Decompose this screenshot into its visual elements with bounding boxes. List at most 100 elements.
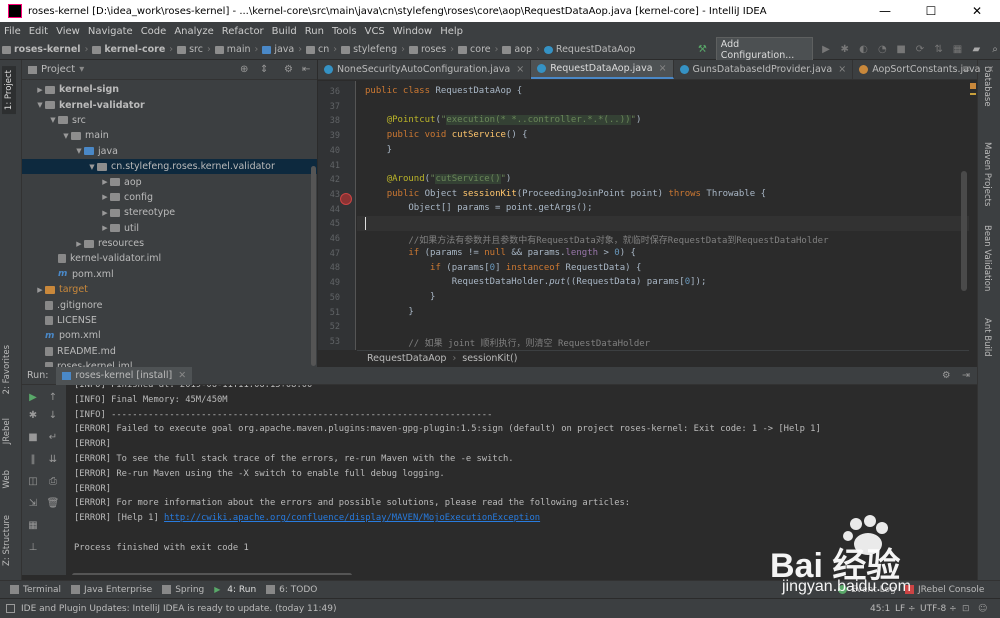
project-title[interactable]: Project (41, 64, 75, 75)
tab-favorites[interactable]: 2: Favorites (2, 345, 12, 394)
tabs-overflow-icon[interactable]: ≡ (962, 64, 970, 75)
breakpoint-icon[interactable] (340, 193, 352, 205)
tree-item[interactable]: ▶ aop (22, 174, 317, 189)
run-icon[interactable]: ▶ (820, 44, 833, 56)
dropdown-icon[interactable]: ▾ (79, 64, 84, 75)
add-configuration-button[interactable]: Add Configuration... (715, 36, 813, 63)
menu-build[interactable]: Build (268, 26, 301, 37)
scroll-end-icon[interactable]: ⇊ (46, 453, 60, 467)
layout-icon[interactable]: ▦ (26, 519, 40, 533)
close-tab-icon[interactable]: × (516, 64, 524, 75)
tree-item[interactable]: LICENSE (22, 313, 317, 328)
chevron-right-icon[interactable]: ▶ (35, 286, 45, 294)
code-editor[interactable]: public class RequestDataAop { @Pointcut(… (357, 81, 969, 350)
chevron-down-icon[interactable]: ▼ (48, 116, 58, 124)
folder-open-icon[interactable]: ▰ (970, 44, 983, 56)
bottom-tab[interactable]: ▶ 4: Run (214, 585, 256, 595)
menu-edit[interactable]: Edit (25, 26, 52, 37)
tab-structure[interactable]: Z: Structure (2, 515, 12, 566)
tree-item[interactable]: ▶ kernel-sign (22, 82, 317, 97)
tab-jrebel[interactable]: JRebel (2, 418, 12, 444)
minimize-button[interactable]: — (862, 0, 908, 22)
menu-navigate[interactable]: Navigate (84, 26, 137, 37)
tree-item[interactable]: ▶ util (22, 221, 317, 236)
build-hammer-icon[interactable]: ⚒ (696, 44, 709, 56)
print-icon[interactable]: ⎙ (46, 475, 60, 489)
chevron-down-icon[interactable]: ▼ (74, 147, 84, 155)
menu-analyze[interactable]: Analyze (170, 26, 217, 37)
tab-bean-validation[interactable]: Bean Validation (982, 225, 992, 291)
locate-icon[interactable]: ⊕ (240, 64, 248, 75)
breadcrumb-class[interactable]: RequestDataAop (367, 353, 446, 364)
chevron-down-icon[interactable]: ▼ (87, 163, 97, 171)
menu-help[interactable]: Help (436, 26, 467, 37)
event-log-tab[interactable]: Event Log (838, 585, 896, 595)
jrebel-console-tab[interactable]: JRebel Console (905, 585, 984, 595)
menu-run[interactable]: Run (301, 26, 328, 37)
tree-item[interactable]: ▶ resources (22, 236, 317, 251)
export-icon[interactable]: ⇲ (26, 497, 40, 511)
tree-item[interactable]: ▼ java (22, 144, 317, 159)
menu-vcs[interactable]: VCS (361, 26, 389, 37)
close-tab-icon[interactable]: × (659, 63, 667, 74)
panel-toggle-icon[interactable] (6, 604, 15, 613)
nav-crumb[interactable]: main (213, 44, 253, 55)
tree-item[interactable]: ▶ config (22, 190, 317, 205)
stop-icon[interactable]: ■ (26, 431, 40, 445)
menu-window[interactable]: Window (389, 26, 436, 37)
chevron-right-icon[interactable]: ▶ (100, 193, 110, 201)
tab-ant-build[interactable]: Ant Build (982, 318, 992, 357)
menu-code[interactable]: Code (137, 26, 171, 37)
chevron-right-icon[interactable]: ▶ (35, 86, 45, 94)
tab-maven-projects[interactable]: Maven Projects (982, 142, 992, 206)
nav-crumb[interactable]: RequestDataAop (542, 44, 637, 55)
tree-item[interactable]: README.md (22, 344, 317, 359)
close-tab-icon[interactable]: ✕ (178, 370, 186, 381)
dump-icon[interactable]: ◫ (26, 475, 40, 489)
debug-icon[interactable]: ✱ (838, 44, 851, 56)
breadcrumb-method[interactable]: sessionKit() (462, 353, 517, 364)
rerun-icon[interactable]: ▶ (26, 391, 40, 405)
chevron-right-icon[interactable]: ▶ (74, 240, 84, 248)
close-button[interactable]: ✕ (954, 0, 1000, 22)
lock-icon[interactable]: ⊡ (962, 604, 970, 614)
tree-item[interactable]: ▼ kernel-validator (22, 97, 317, 112)
tree-item[interactable]: m pom.xml (22, 267, 317, 282)
editor-tab[interactable]: NoneSecurityAutoConfiguration.java × (318, 60, 532, 79)
down-icon[interactable]: ↓ (46, 409, 60, 423)
up-icon[interactable]: ↑ (46, 391, 60, 405)
nav-crumb[interactable]: roses-kernel (0, 44, 83, 55)
search-icon[interactable]: ⌕ (989, 44, 1000, 56)
run-tab[interactable]: roses-kernel [install] ✕ (56, 366, 193, 385)
pause-icon[interactable]: ‖ (26, 453, 40, 467)
tree-item[interactable]: ▶ stereotype (22, 205, 317, 220)
file-encoding[interactable]: UTF-8 ÷ (920, 604, 957, 614)
menu-view[interactable]: View (52, 26, 84, 37)
gear-icon[interactable]: ⚙ (942, 370, 951, 381)
structure-icon[interactable]: ▦ (951, 44, 964, 56)
menu-tools[interactable]: Tools (328, 26, 361, 37)
bottom-tab[interactable]: Java Enterprise (71, 585, 152, 595)
update-icon[interactable]: ⇅ (932, 44, 945, 56)
tree-item[interactable]: ▼ src (22, 113, 317, 128)
nav-crumb[interactable]: core (456, 44, 493, 55)
editor-tab[interactable]: AopSortConstants.java × (853, 60, 1000, 79)
trash-icon[interactable]: 🗑 (46, 497, 60, 511)
tree-item[interactable]: .gitignore (22, 297, 317, 312)
inspector-icon[interactable]: ☺ (978, 604, 987, 614)
maximize-button[interactable]: ☐ (908, 0, 954, 22)
chevron-down-icon[interactable]: ▼ (35, 101, 45, 109)
close-tab-icon[interactable]: × (986, 64, 994, 75)
profile-icon[interactable]: ◔ (876, 44, 889, 56)
chevron-down-icon[interactable]: ▼ (61, 132, 71, 140)
editor-tab[interactable]: GunsDatabaseIdProvider.java × (674, 60, 854, 79)
bottom-tab[interactable]: Terminal (10, 585, 61, 595)
caret-position[interactable]: 45:1 (870, 604, 890, 614)
wrap-icon[interactable]: ↵ (46, 431, 60, 445)
coverage-icon[interactable]: ◐ (857, 44, 870, 56)
bottom-tab[interactable]: Spring (162, 585, 204, 595)
hide-icon[interactable]: ⇤ (302, 64, 310, 75)
tree-item[interactable]: ▼ main (22, 128, 317, 143)
help-link[interactable]: http://cwiki.apache.org/confluence/displ… (164, 513, 540, 523)
nav-crumb[interactable]: roses (407, 44, 448, 55)
